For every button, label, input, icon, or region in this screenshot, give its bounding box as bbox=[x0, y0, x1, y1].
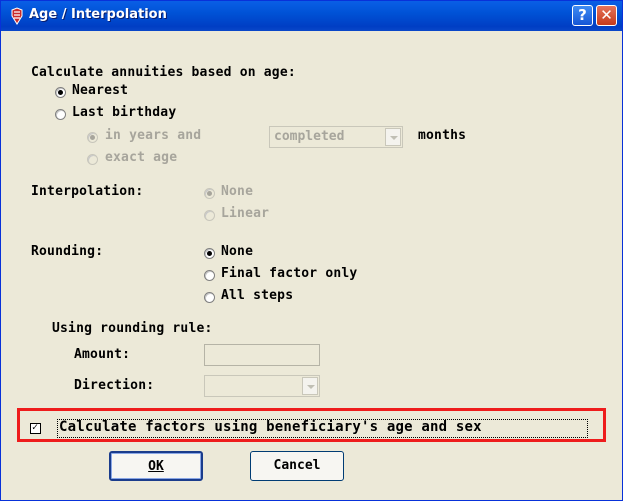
months-label: months bbox=[418, 128, 467, 143]
direction-label: Direction: bbox=[74, 378, 155, 393]
interpolation-linear-label: Linear bbox=[221, 206, 270, 221]
interpolation-none-radio[interactable] bbox=[204, 188, 215, 199]
interpolation-label: Interpolation: bbox=[31, 184, 144, 199]
chevron-down-icon[interactable] bbox=[385, 128, 401, 146]
rounding-none-label[interactable]: None bbox=[221, 244, 253, 259]
beneficiary-checkbox[interactable]: ✓ bbox=[30, 422, 41, 434]
help-button[interactable]: ? bbox=[572, 5, 593, 26]
interpolation-linear-radio[interactable] bbox=[204, 210, 215, 221]
checkmark-icon: ✓ bbox=[32, 422, 39, 433]
ok-button-label: OK bbox=[148, 459, 164, 474]
rounding-label: Rounding: bbox=[31, 244, 104, 259]
title-bar[interactable]: Age / Interpolation ? ✕ bbox=[1, 1, 622, 31]
in-years-radio[interactable] bbox=[87, 132, 98, 143]
age-interpolation-dialog: Age / Interpolation ? ✕ Calculate annuit… bbox=[0, 0, 623, 501]
app-icon bbox=[11, 7, 23, 25]
rounding-final-label[interactable]: Final factor only bbox=[221, 266, 357, 281]
amount-label: Amount: bbox=[74, 347, 131, 362]
exact-age-label: exact age bbox=[105, 150, 178, 165]
ok-button[interactable]: OK bbox=[109, 451, 203, 481]
window-title: Age / Interpolation bbox=[29, 7, 167, 22]
completed-select-value: completed bbox=[274, 129, 345, 144]
last-birthday-radio[interactable] bbox=[55, 109, 66, 120]
amount-input[interactable] bbox=[204, 344, 320, 366]
rounding-all-steps-radio[interactable] bbox=[204, 292, 215, 303]
in-years-label: in years and bbox=[105, 128, 202, 143]
completed-select[interactable]: completed bbox=[269, 126, 403, 148]
annuities-heading: Calculate annuities based on age: bbox=[31, 65, 296, 80]
exact-age-radio[interactable] bbox=[87, 154, 98, 165]
rounding-none-radio[interactable] bbox=[204, 248, 215, 259]
last-birthday-label[interactable]: Last birthday bbox=[72, 105, 176, 120]
cancel-button[interactable]: Cancel bbox=[250, 451, 344, 481]
chevron-down-icon[interactable] bbox=[302, 377, 318, 395]
nearest-radio[interactable] bbox=[55, 87, 66, 98]
beneficiary-label[interactable]: Calculate factors using beneficiary's ag… bbox=[59, 419, 482, 435]
interpolation-none-label: None bbox=[221, 184, 254, 199]
cancel-button-label: Cancel bbox=[273, 458, 321, 473]
rounding-final-radio[interactable] bbox=[204, 270, 215, 281]
rounding-all-steps-label[interactable]: All steps bbox=[221, 288, 293, 303]
rounding-rule-heading: Using rounding rule: bbox=[52, 321, 213, 336]
nearest-label[interactable]: Nearest bbox=[72, 83, 128, 98]
close-button[interactable]: ✕ bbox=[596, 5, 617, 26]
direction-select[interactable] bbox=[204, 375, 320, 397]
